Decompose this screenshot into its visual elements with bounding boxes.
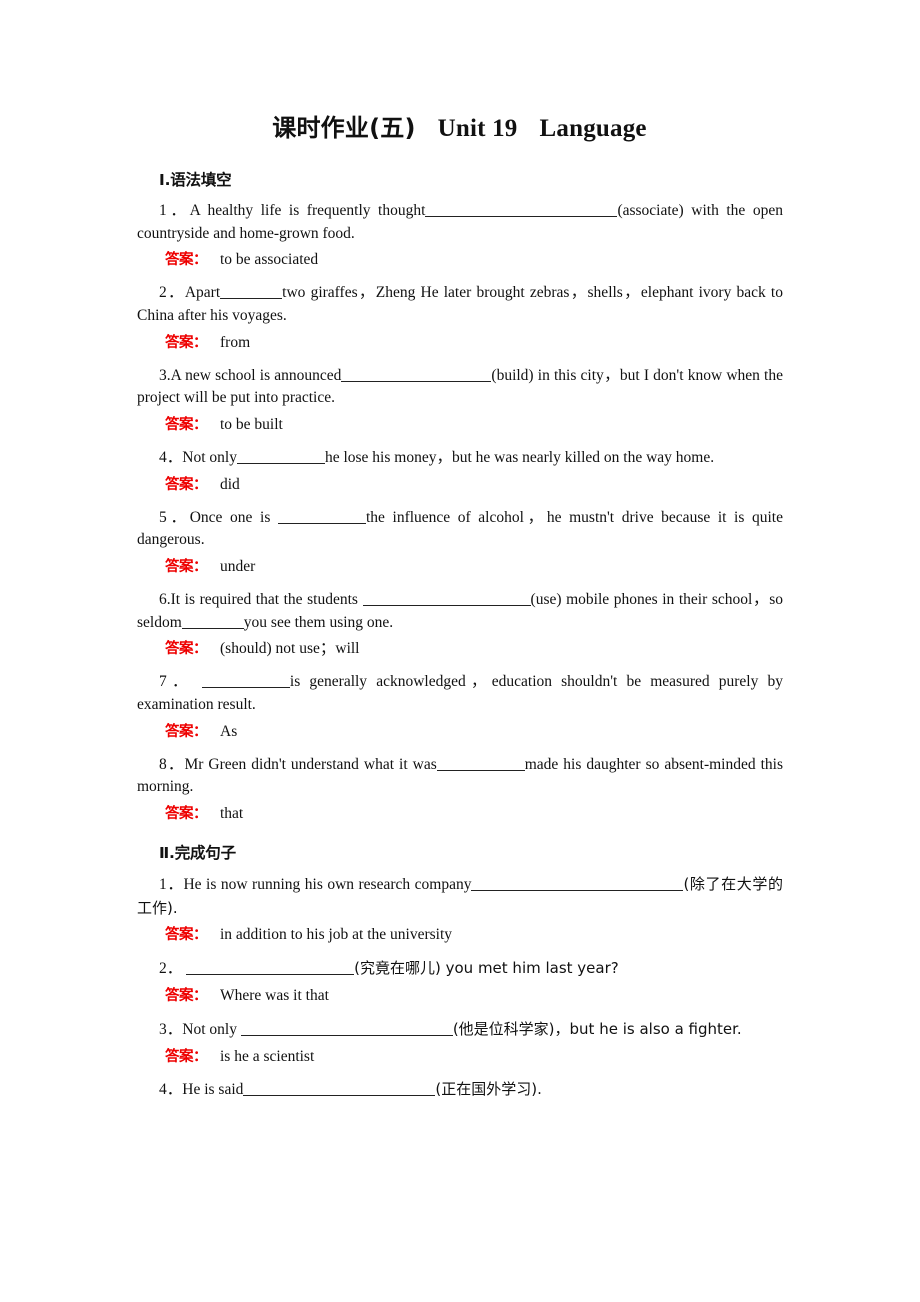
answer-blank[interactable] (362, 590, 531, 606)
question-block: 2． (究竟在哪儿) you met him last year? 答案： Whe… (137, 957, 783, 1008)
answer-blank[interactable] (186, 959, 355, 976)
section-heading-grammar: Ⅰ.语法填空 (159, 171, 232, 189)
question-block: 5．Once one is the influence of alcohol，h… (137, 507, 783, 579)
answer-blank[interactable] (471, 875, 684, 891)
answer-blank[interactable] (341, 366, 492, 382)
answer-line: 答案： that (165, 803, 783, 826)
answer-value: to be associated (220, 251, 319, 269)
answer-label: 答案： (165, 334, 208, 351)
question-block: 1．A healthy life is frequently thought (a… (137, 200, 783, 272)
answer-value: that (220, 805, 244, 823)
question-block: 1．He is now running his own research com… (137, 873, 783, 947)
section-heading-sentence-completion: Ⅱ.完成句子 (159, 843, 236, 862)
answer-line: 答案： to be associated (165, 249, 783, 272)
answer-line: 答案： As (165, 721, 783, 744)
question-text: 1．He is now running his own research com… (137, 874, 783, 917)
question-text: 4．Not only he lose his money，but he was n… (159, 448, 715, 466)
answer-line: 答案： (should) not use；will (165, 638, 783, 661)
answer-blank[interactable] (436, 755, 525, 771)
question-block: 3．Not only (他是位科学家)，but he is also a fig… (137, 1018, 783, 1069)
question-block: 6.It is required that the students (use)… (137, 589, 783, 661)
question-text: 4．He is said (正在国外学习). (159, 1080, 542, 1099)
answer-blank[interactable] (277, 508, 366, 524)
answer-value: to be built (220, 416, 283, 434)
answer-label: 答案： (165, 987, 208, 1004)
answer-value: (should) not use；will (220, 640, 360, 658)
answer-label: 答案： (165, 927, 208, 944)
answer-value: is he a scientist (220, 1047, 315, 1065)
question-block: 4．He is said (正在国外学习). (137, 1078, 783, 1102)
page-title-chinese: 课时作业(五) (272, 114, 416, 142)
answer-blank[interactable] (243, 1081, 436, 1097)
answer-blank[interactable] (240, 1020, 453, 1036)
answer-line: 答案： did (165, 474, 783, 497)
question-text: 3．Not only (他是位科学家)，but he is also a fig… (159, 1019, 742, 1038)
answer-value: did (220, 475, 240, 493)
answer-value: under (220, 558, 256, 576)
answer-label: 答案： (165, 806, 208, 823)
answer-blank[interactable] (220, 284, 283, 300)
answer-label: 答案： (165, 417, 208, 434)
page-title-unit: Unit 19 (437, 115, 518, 142)
answer-line: 答案： from (165, 332, 783, 355)
answer-blank[interactable] (236, 448, 325, 464)
answer-line: 答案： in addition to his job at the univers… (165, 924, 783, 947)
answer-label: 答案： (165, 1048, 208, 1065)
question-block: 8．Mr Green didn't understand what it was… (137, 754, 783, 826)
answer-line: 答案： is he a scientist (165, 1046, 783, 1069)
page-title: 课时作业(五) Unit 19 Language (137, 108, 782, 143)
answer-label: 答案： (165, 641, 208, 658)
answer-blank[interactable] (181, 613, 244, 629)
question-text: 1．A healthy life is frequently thought (a… (137, 201, 784, 242)
question-block: 2．Apart two giraffes，Zheng He later broug… (137, 282, 783, 354)
answer-value: Where was it that (220, 986, 329, 1004)
question-text: 3.A new school is announced (build) in th… (137, 366, 783, 407)
answer-line: 答案： to be built (165, 414, 783, 437)
answer-blank[interactable] (201, 672, 290, 689)
question-text: 2．Apart two giraffes，Zheng He later broug… (137, 284, 783, 325)
answer-line: 答案： Where was it that (165, 985, 783, 1008)
answer-value: from (220, 333, 251, 351)
question-text: 6.It is required that the students (use)… (137, 590, 783, 631)
question-block: 3.A new school is announced (build) in th… (137, 365, 783, 437)
answer-label: 答案： (165, 559, 208, 576)
answer-label: 答案： (165, 723, 208, 740)
answer-line: 答案： under (165, 556, 783, 579)
question-text: 7． is generally acknowledged，education s… (137, 672, 783, 713)
question-text: 8．Mr Green didn't understand what it was… (137, 755, 783, 796)
answer-blank[interactable] (425, 201, 618, 217)
question-block: 4．Not only he lose his money，but he was n… (137, 447, 783, 497)
question-block: 7． is generally acknowledged，education s… (137, 671, 783, 743)
worksheet-body: Ⅰ.语法填空 1．A healthy life is frequently th… (137, 170, 783, 1111)
worksheet-page: 课时作业(五) Unit 19 Language Ⅰ.语法填空 1．A health… (0, 0, 920, 1302)
answer-label: 答案： (165, 252, 208, 269)
answer-value: As (220, 722, 238, 740)
answer-label: 答案： (165, 476, 208, 493)
answer-value: in addition to his job at the university (220, 926, 453, 944)
page-title-topic: Language (539, 115, 647, 142)
question-text: 2． (究竟在哪儿) you met him last year? (159, 959, 619, 978)
question-text: 5．Once one is the influence of alcohol，h… (137, 508, 783, 549)
